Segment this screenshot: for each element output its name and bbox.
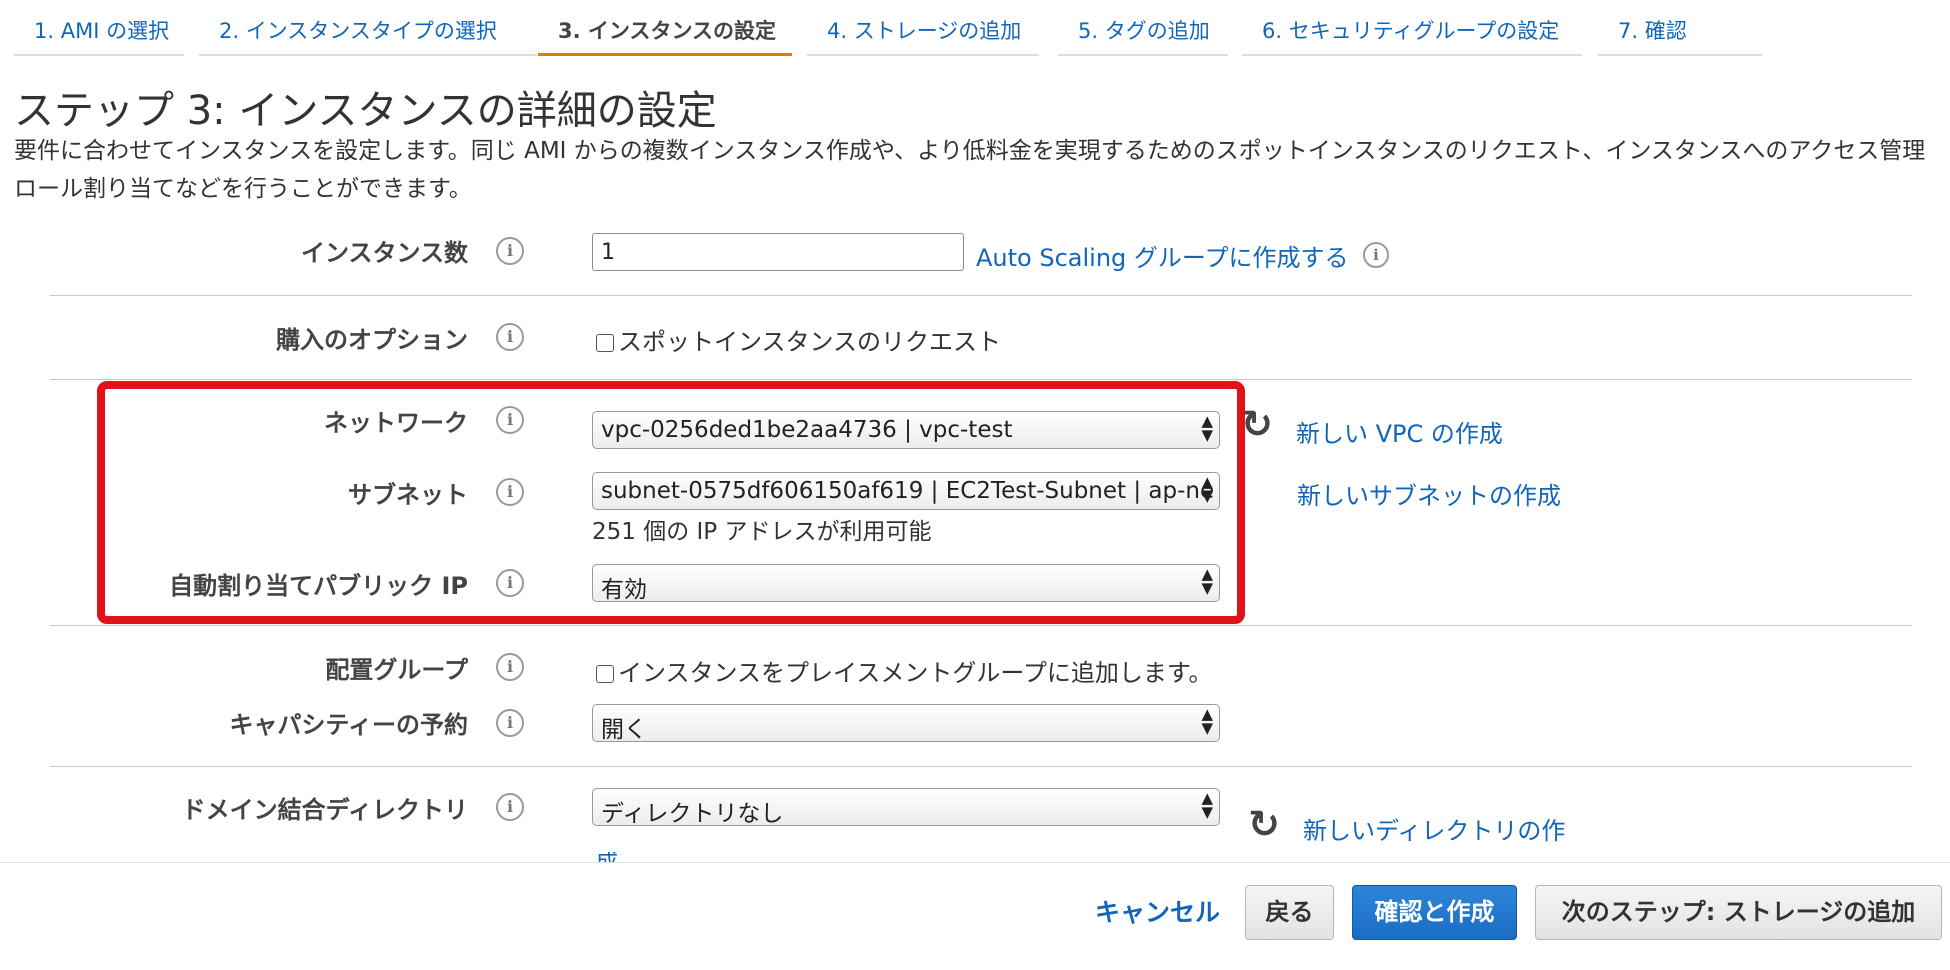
instance-count-label: インスタンス数	[300, 239, 468, 267]
tab-security-group[interactable]: 6. セキュリティグループの設定	[1242, 0, 1582, 56]
capacity-reservation-label: キャパシティーの予約	[229, 711, 468, 739]
instance-count-input[interactable]: 1	[592, 233, 964, 271]
info-icon[interactable]: i	[496, 237, 524, 265]
wizard-tabs: 1. AMI の選択 2. インスタンスタイプの選択 3. インスタンスの設定 …	[0, 0, 1950, 60]
select-arrows-icon: ▲ ▼	[1201, 705, 1213, 737]
purchase-option-label: 購入のオプション	[276, 326, 468, 354]
placement-group-checkbox[interactable]	[596, 665, 614, 683]
page-title: ステップ 3: インスタンスの詳細の設定	[14, 88, 717, 134]
spot-request-option[interactable]: スポットインスタンスのリクエスト	[596, 322, 1001, 357]
tab-instance-type[interactable]: 2. インスタンスタイプの選択	[199, 0, 537, 56]
page-description: 要件に合わせてインスタンスを設定します。同じ AMI からの複数インスタンス作成…	[14, 138, 1926, 202]
cancel-link[interactable]: キャンセル	[1095, 893, 1220, 929]
highlight-box	[97, 381, 1245, 624]
create-subnet-link[interactable]: 新しいサブネットの作成	[1297, 476, 1561, 511]
footer-divider	[0, 862, 1950, 863]
divider	[50, 295, 1912, 296]
placement-group-option[interactable]: インスタンスをプレイスメントグループに追加します。	[596, 653, 1212, 688]
capacity-reservation-select[interactable]: 開く ▲ ▼	[592, 704, 1220, 742]
create-directory-link-overflow[interactable]: 成	[596, 852, 618, 862]
placement-group-label: 配置グループ	[325, 656, 468, 684]
info-icon[interactable]: i	[496, 653, 524, 681]
tab-tags[interactable]: 5. タグの追加	[1058, 0, 1228, 56]
divider	[50, 625, 1912, 626]
refresh-icon[interactable]: ↻	[1248, 805, 1280, 843]
create-vpc-link[interactable]: 新しい VPC の作成	[1296, 414, 1503, 449]
divider	[50, 766, 1912, 767]
auto-scaling-link[interactable]: Auto Scaling グループに作成する	[976, 238, 1348, 273]
review-and-launch-button[interactable]: 確認と作成	[1352, 885, 1517, 940]
create-directory-link[interactable]: 新しいディレクトリの作	[1303, 811, 1565, 846]
info-icon[interactable]: i	[496, 709, 524, 737]
tab-storage[interactable]: 4. ストレージの追加	[807, 0, 1039, 56]
domain-directory-value: ディレクトリなし	[601, 801, 784, 826]
placement-group-checkbox-label: インスタンスをプレイスメントグループに追加します。	[618, 659, 1213, 687]
tab-configure-instance[interactable]: 3. インスタンスの設定	[538, 0, 792, 56]
select-arrows-icon: ▲ ▼	[1201, 789, 1213, 821]
tab-review[interactable]: 7. 確認	[1598, 0, 1762, 56]
capacity-reservation-value: 開く	[601, 717, 647, 742]
spot-request-label: スポットインスタンスのリクエスト	[618, 328, 1002, 356]
back-button[interactable]: 戻る	[1245, 885, 1334, 940]
next-step-button[interactable]: 次のステップ: ストレージの追加	[1535, 885, 1942, 940]
domain-directory-select[interactable]: ディレクトリなし ▲ ▼	[592, 788, 1220, 826]
refresh-icon[interactable]: ↻	[1241, 405, 1273, 443]
divider	[50, 379, 1912, 380]
info-icon[interactable]: i	[496, 793, 524, 821]
spot-request-checkbox[interactable]	[596, 334, 614, 352]
info-icon[interactable]: i	[1363, 242, 1389, 268]
domain-directory-label: ドメイン結合ディレクトリ	[181, 796, 468, 824]
tab-ami[interactable]: 1. AMI の選択	[14, 0, 184, 56]
info-icon[interactable]: i	[496, 323, 524, 351]
